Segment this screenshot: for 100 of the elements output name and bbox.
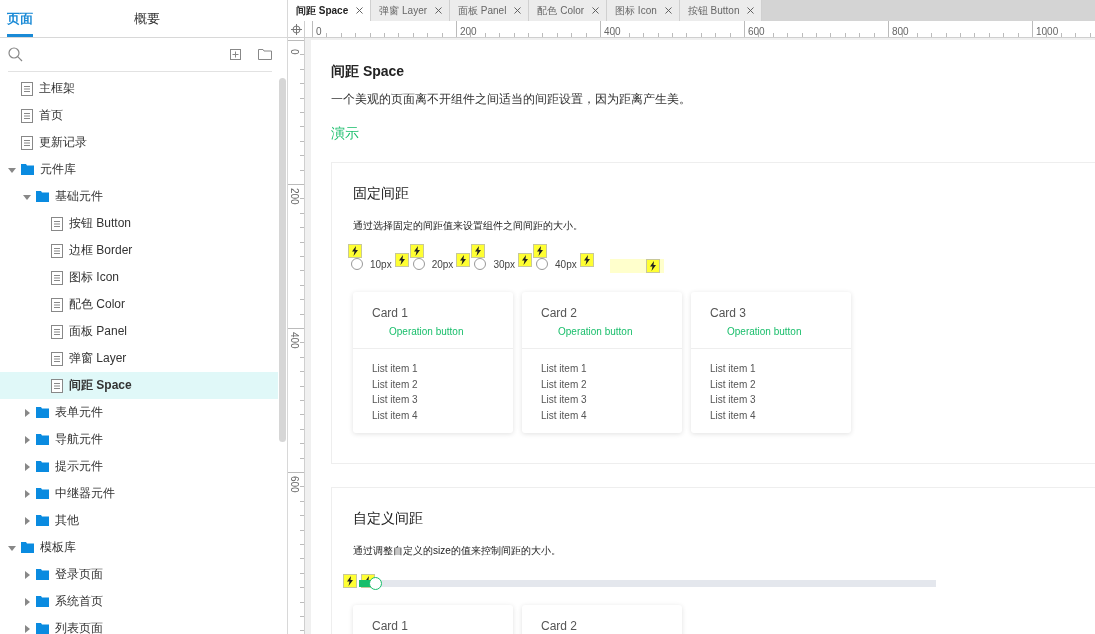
tree-item[interactable]: 其他 <box>0 507 278 534</box>
page-icon <box>21 135 33 150</box>
tree-item[interactable]: 按钮 Button <box>0 210 278 237</box>
demo-heading: 演示 <box>331 124 360 142</box>
lightning-icon <box>533 244 548 258</box>
radio-button[interactable] <box>351 258 363 270</box>
tree-item[interactable]: 模板库 <box>0 534 278 561</box>
page-icon <box>51 297 63 312</box>
close-icon[interactable] <box>590 5 602 16</box>
folder-icon <box>36 191 49 202</box>
page-icon <box>51 351 63 366</box>
list-item: List item 4 <box>372 409 419 424</box>
lightning-icon <box>518 253 533 267</box>
caret-right-icon[interactable] <box>23 408 31 417</box>
close-icon[interactable] <box>512 5 524 16</box>
document-tab[interactable]: 面板 Panel <box>450 0 530 21</box>
document-tab[interactable]: 按钮 Button <box>679 0 763 21</box>
ruler-label: 0 <box>289 49 300 55</box>
caret-right-icon[interactable] <box>23 435 31 444</box>
close-icon[interactable] <box>662 5 674 16</box>
tree-item[interactable]: 导航元件 <box>0 426 278 453</box>
ruler-label: 800 <box>891 25 909 37</box>
caret-right-icon[interactable] <box>23 597 31 606</box>
caret-down-icon[interactable] <box>8 165 16 174</box>
tree-item[interactable]: 弹窗 Layer <box>0 345 278 372</box>
tree-item[interactable]: 表单元件 <box>0 399 278 426</box>
document-tab[interactable]: 弹窗 Layer <box>371 0 451 21</box>
card-title: Card 1 <box>372 305 410 321</box>
tree-item[interactable]: 列表页面 <box>0 615 278 634</box>
ruler-label: 200 <box>289 188 300 205</box>
close-icon[interactable] <box>745 5 757 16</box>
list-item: List item 2 <box>372 377 419 392</box>
tree-item[interactable]: 图标 Icon <box>0 264 278 291</box>
section-title: 自定义间距 <box>353 508 424 528</box>
tree-item[interactable]: 登录页面 <box>0 561 278 588</box>
page-title: 间距 Space <box>331 62 406 80</box>
option-label: 10px <box>370 258 392 270</box>
lightning-icon <box>579 253 594 267</box>
tree-item[interactable]: 系统首页 <box>0 588 278 615</box>
list-item: List item 4 <box>710 409 757 424</box>
caret-down-icon[interactable] <box>8 543 16 552</box>
tree-item[interactable]: 基础元件 <box>0 183 278 210</box>
lightning-icon <box>456 253 471 267</box>
page-icon <box>21 81 33 96</box>
tree-item[interactable]: 配色 Color <box>0 291 278 318</box>
option-label: 40px <box>555 258 577 270</box>
folder-icon <box>36 515 49 526</box>
panel-tab[interactable]: 页面 <box>7 0 33 37</box>
search-icon[interactable] <box>8 47 23 62</box>
section-title: 固定间距 <box>353 184 410 203</box>
card-title: Card 2 <box>541 305 579 321</box>
tree-item[interactable]: 更新记录 <box>0 129 278 156</box>
tree-item[interactable]: 中继器元件 <box>0 480 278 507</box>
list-item: List item 3 <box>541 393 588 408</box>
page-icon <box>51 216 63 231</box>
card-title: Card 1 <box>372 617 410 634</box>
close-icon[interactable] <box>433 5 445 16</box>
panel-tab[interactable]: 概要 <box>33 0 261 37</box>
lightning-icon <box>409 244 424 258</box>
document-tab[interactable]: 间距 Space <box>288 0 372 21</box>
scrollbar-thumb[interactable] <box>279 78 286 442</box>
list-item: List item 2 <box>710 377 757 392</box>
folder-icon <box>36 461 49 472</box>
lightning-icon <box>471 244 486 258</box>
ruler-label: 600 <box>289 476 300 493</box>
tree-item[interactable]: 提示元件 <box>0 453 278 480</box>
radio-button[interactable] <box>412 258 425 270</box>
caret-right-icon[interactable] <box>23 489 31 498</box>
radio-button[interactable] <box>474 258 487 270</box>
page-icon <box>21 108 33 123</box>
folder-icon <box>36 407 49 418</box>
caret-right-icon[interactable] <box>23 462 31 471</box>
tree-item[interactable]: 间距 Space <box>0 372 278 399</box>
tree-item[interactable]: 面板 Panel <box>0 318 278 345</box>
folder-outline-icon[interactable] <box>258 49 272 60</box>
tree-item[interactable]: 边框 Border <box>0 237 278 264</box>
page-icon <box>51 243 63 258</box>
page-description: 一个美观的页面离不开组件之间适当的间距设置，因为距离产生美。 <box>331 91 692 107</box>
caret-right-icon[interactable] <box>23 570 31 579</box>
card-title: Card 3 <box>710 305 748 321</box>
folder-icon <box>36 488 49 499</box>
ruler-label: 0 <box>315 25 322 37</box>
tree-item[interactable]: 首页 <box>0 102 278 129</box>
list-item: List item 2 <box>541 377 588 392</box>
caret-right-icon[interactable] <box>23 624 31 633</box>
close-icon[interactable] <box>354 5 366 16</box>
ruler-label: 1000 <box>1035 25 1059 37</box>
document-tab[interactable]: 图标 Icon <box>607 0 680 21</box>
radio-button[interactable] <box>536 258 549 270</box>
lightning-icon <box>348 244 362 258</box>
caret-down-icon[interactable] <box>23 192 31 201</box>
caret-right-icon[interactable] <box>23 516 31 525</box>
list-item: List item 1 <box>541 362 588 376</box>
add-page-icon[interactable] <box>230 49 241 60</box>
tree-item[interactable]: 元件库 <box>0 156 278 183</box>
section-description: 通过调整自定义的size的值来控制间距的大小。 <box>353 543 562 557</box>
folder-icon <box>36 569 49 580</box>
crosshair-icon[interactable] <box>290 23 302 35</box>
document-tab[interactable]: 配色 Color <box>529 0 608 21</box>
tree-item[interactable]: 主框架 <box>0 75 278 102</box>
